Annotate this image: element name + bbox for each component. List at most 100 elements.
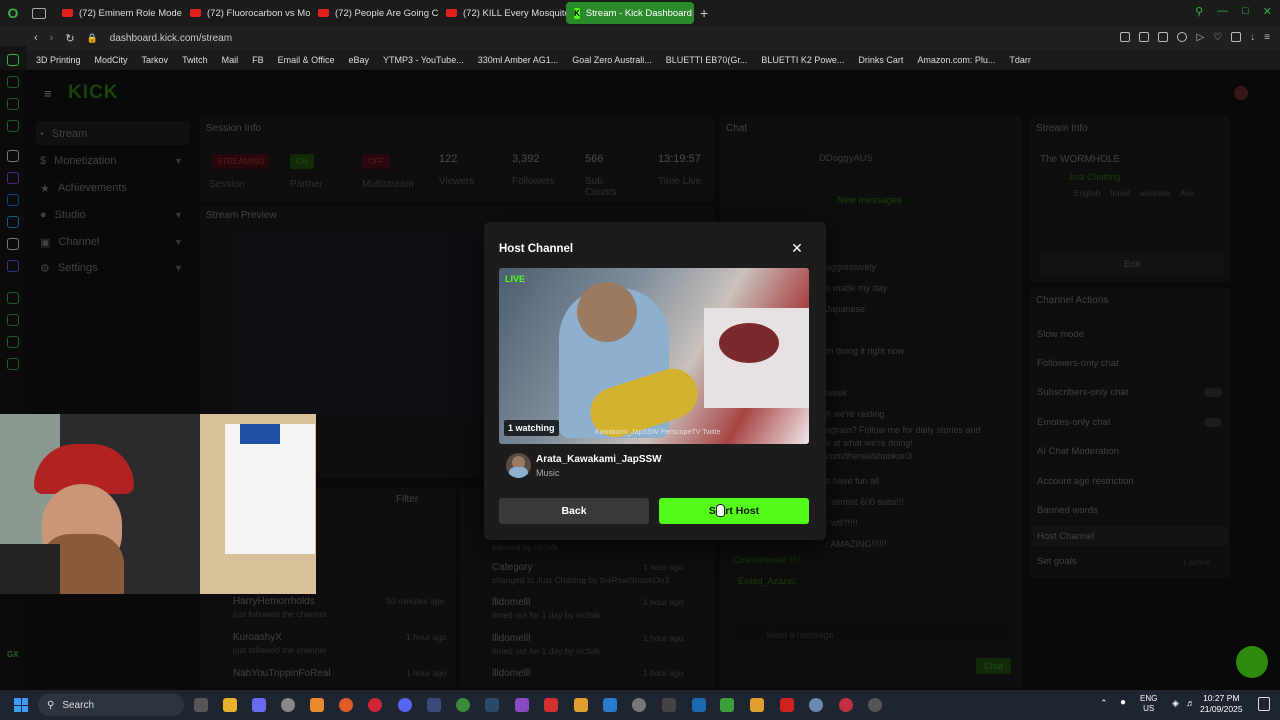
reload-icon[interactable]: ↻ <box>65 32 74 45</box>
steam-icon[interactable] <box>485 698 499 712</box>
bookmark-item[interactable]: eBay <box>348 55 369 65</box>
vpn-icon[interactable] <box>1158 32 1169 42</box>
youtube-icon <box>446 9 457 17</box>
firefox-icon[interactable] <box>339 698 353 712</box>
modal-title: Host Channel <box>499 243 574 255</box>
tab-islands-icon[interactable] <box>32 7 46 19</box>
taskbar-clock[interactable]: 10:27 PM 21/09/2025 <box>1200 693 1243 715</box>
channel-preview-thumbnail[interactable]: LIVE 1 watching Kawakami_JapSSW Periscop… <box>499 268 809 444</box>
browser-tab[interactable]: (72) Fluorocarbon vs Mo <box>182 2 310 24</box>
extensions-icon[interactable] <box>1231 32 1242 42</box>
app-icon[interactable] <box>868 698 882 712</box>
video-watermark: Kawakami_JapSSW PeriscopeTV Twitte <box>595 429 721 436</box>
settings-icon[interactable] <box>809 698 823 712</box>
youtube-icon <box>318 9 329 17</box>
notifications-icon[interactable] <box>1258 697 1270 711</box>
taskbar-search[interactable]: ⚲ Search <box>38 694 184 716</box>
shield-icon[interactable] <box>1177 32 1188 42</box>
start-host-button[interactable]: Start Host <box>659 498 809 524</box>
wifi-icon[interactable]: ◈ <box>1172 698 1179 709</box>
heart-icon[interactable]: ♡ <box>1213 32 1222 43</box>
browser-tab[interactable]: (72) KILL Every Mosquito <box>438 2 566 24</box>
chevron-up-icon[interactable]: ⌃ <box>1100 698 1108 709</box>
host-channel-modal: Host Channel ✕ LIVE 1 watching Kawakami_… <box>484 222 826 540</box>
minimize-icon[interactable]: — <box>1217 5 1228 18</box>
pin-icon[interactable] <box>1120 32 1131 42</box>
youtube-icon <box>190 9 201 17</box>
opera-logo-icon[interactable]: O <box>0 0 26 26</box>
mouse-cursor <box>716 504 725 517</box>
snapshot-icon[interactable] <box>1139 32 1150 42</box>
search-icon: ⚲ <box>47 699 55 711</box>
bookmarks-bar: 3D Printing ModCity Tarkov Twitch Mail F… <box>0 50 1280 70</box>
close-icon[interactable]: ✕ <box>790 241 804 255</box>
search-icon[interactable]: ⚲ <box>1195 5 1203 18</box>
bookmark-item[interactable]: Tarkov <box>142 55 169 65</box>
windows-taskbar: ⚲ Search ⌃ ● ENG US ◈ ♬ 10:27 PM 21/09/2025 <box>0 690 1280 720</box>
acrobat-icon[interactable] <box>780 698 794 712</box>
app-icon[interactable] <box>515 698 529 712</box>
viewer-count-badge: 1 watching <box>504 420 559 436</box>
mic-icon[interactable]: ● <box>1120 697 1126 708</box>
bookmark-item[interactable]: BLUETTI EB70(Gr... <box>666 55 748 65</box>
bookmark-item[interactable]: 330ml Amber AG1... <box>478 55 559 65</box>
kick-icon: K <box>574 7 580 19</box>
webcam-feed <box>0 414 316 594</box>
app-icon[interactable] <box>750 698 764 712</box>
close-icon[interactable]: ✕ <box>1263 5 1272 18</box>
app-icon[interactable] <box>692 698 706 712</box>
back-icon[interactable]: ‹ <box>34 32 38 44</box>
address-bar: ‹ › ↻ 🔒 dashboard.kick.com/stream ▷ ♡ ↓ … <box>0 26 1280 50</box>
browser-tab-active[interactable]: K Stream - Kick Dashboard <box>566 2 694 24</box>
forward-icon[interactable]: › <box>50 32 54 44</box>
opera-gx-icon[interactable] <box>368 698 382 712</box>
vscode-icon[interactable] <box>427 698 441 712</box>
language-indicator[interactable]: ENG US <box>1140 694 1157 714</box>
speed-dial-icon[interactable] <box>7 54 19 66</box>
app-icon[interactable] <box>574 698 588 712</box>
app-icon[interactable] <box>544 698 558 712</box>
vlc-icon[interactable] <box>310 698 324 712</box>
browser-tab-bar: O (72) Eminem Role Model | (72) Fluoroca… <box>0 0 1280 26</box>
bookmark-item[interactable]: ModCity <box>95 55 128 65</box>
task-view-icon[interactable] <box>194 698 208 712</box>
live-badge: LIVE <box>505 274 526 284</box>
app-icon[interactable] <box>662 698 676 712</box>
bookmark-item[interactable]: BLUETTI K2 Powe... <box>761 55 844 65</box>
bookmark-item[interactable]: FB <box>252 55 264 65</box>
bookmark-item[interactable]: Goal Zero Australi... <box>572 55 652 65</box>
notepad-icon[interactable] <box>720 698 734 712</box>
menu-icon[interactable]: ≡ <box>1264 32 1270 43</box>
bookmark-item[interactable]: Twitch <box>182 55 208 65</box>
new-tab-icon[interactable]: + <box>700 5 708 21</box>
channel-avatar <box>506 453 531 478</box>
youtube-icon <box>62 9 73 17</box>
download-icon[interactable]: ↓ <box>1250 32 1255 43</box>
bookmark-item[interactable]: Mail <box>222 55 239 65</box>
browser-tab[interactable]: (72) Eminem Role Model | <box>54 2 182 24</box>
bookmark-item[interactable]: 3D Printing <box>36 55 81 65</box>
channel-name[interactable]: Arata_Kawakami_JapSSW <box>536 454 662 465</box>
channel-category: Music <box>536 468 560 478</box>
app-icon[interactable] <box>839 698 853 712</box>
bookmark-item[interactable]: Email & Office <box>278 55 335 65</box>
back-button[interactable]: Back <box>499 498 649 524</box>
bookmark-item[interactable]: Tdarr <box>1009 55 1031 65</box>
maximize-icon[interactable]: □ <box>1242 5 1249 18</box>
bookmark-item[interactable]: Drinks Cart <box>858 55 903 65</box>
windows-start-icon[interactable] <box>14 698 28 712</box>
browser-icon[interactable] <box>456 698 470 712</box>
lock-icon: 🔒 <box>86 32 98 43</box>
bookmark-item[interactable]: Amazon.com: Plu... <box>917 55 995 65</box>
chrome-icon[interactable] <box>281 698 295 712</box>
bookmark-item[interactable]: YTMP3 - YouTube... <box>383 55 464 65</box>
browser-tab[interactable]: (72) People Are Going Cr <box>310 2 438 24</box>
discord-taskbar-icon[interactable] <box>398 698 412 712</box>
play-icon[interactable]: ▷ <box>1196 32 1204 43</box>
app-icon[interactable] <box>632 698 646 712</box>
outlook-icon[interactable] <box>603 698 617 712</box>
volume-icon[interactable]: ♬ <box>1186 698 1195 708</box>
copilot-icon[interactable] <box>252 698 266 712</box>
file-explorer-icon[interactable] <box>223 698 237 712</box>
url-field[interactable]: dashboard.kick.com/stream <box>110 33 232 44</box>
